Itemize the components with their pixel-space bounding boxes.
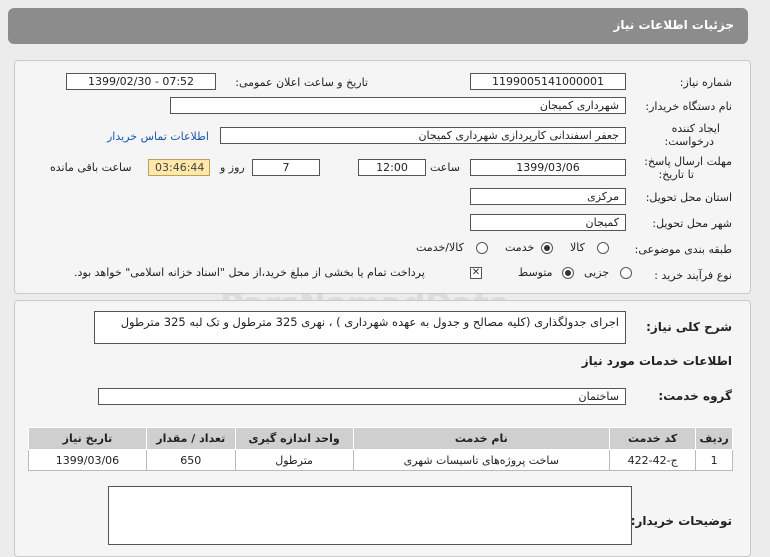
announce-datetime-label: تاریخ و ساعت اعلان عمومی:	[235, 76, 368, 89]
category-radio-goods-service[interactable]	[476, 242, 488, 254]
process-option-medium: متوسط	[518, 266, 553, 279]
page-header: جزئیات اطلاعات نیاز	[8, 8, 748, 44]
remaining-time-label: ساعت باقی مانده	[50, 161, 132, 174]
process-option-minor: جزیی	[584, 266, 610, 279]
col-header-row-number: ردیف	[695, 427, 733, 450]
category-radio-service[interactable]	[541, 242, 553, 254]
category-radio-goods[interactable]	[597, 242, 609, 254]
col-header-need-date: تاریخ نیاز	[28, 427, 147, 450]
table-row: 1 ج-42-422 ساخت پروژه‌های تاسیسات شهری م…	[28, 449, 733, 471]
announce-datetime-field: 1399/02/30 - 07:52	[66, 73, 216, 90]
service-group-label: گروه خدمت:	[658, 389, 732, 403]
col-header-quantity: تعداد / مقدار	[145, 427, 236, 450]
cell-row-number: 1	[695, 449, 733, 471]
services-table: ردیف کد خدمت نام خدمت واحد اندازه گیری ت…	[28, 427, 733, 471]
buyer-notes-field	[108, 486, 632, 545]
requester-label-line2: درخواست:	[664, 135, 714, 148]
remaining-days-field: 7	[252, 159, 320, 176]
summary-label: شرح کلی نیاز:	[646, 320, 732, 334]
province-field: مرکزی	[470, 188, 626, 205]
buyer-notes-label: توضیحات خریدار:	[630, 514, 732, 528]
cell-service-code: ج-42-422	[608, 449, 697, 471]
city-label: شهر محل تحویل:	[652, 217, 732, 230]
requester-field: جعفر اسفندانی کارپردازی شهرداری کمیجان	[220, 127, 626, 144]
treasury-payment-note: پرداخت تمام یا بخشی از مبلغ خرید،از محل …	[74, 266, 425, 279]
requester-label-line1: ایجاد کننده	[671, 122, 720, 135]
deadline-label-line1: مهلت ارسال پاسخ:	[644, 155, 732, 168]
services-section-title: اطلاعات خدمات مورد نیاز	[581, 354, 732, 368]
cell-unit: مترطول	[234, 449, 354, 471]
buyer-org-label: نام دستگاه خریدار:	[645, 100, 732, 113]
table-header-row: ردیف کد خدمت نام خدمت واحد اندازه گیری ت…	[28, 427, 733, 450]
need-number-field: 1199005141000001	[470, 73, 626, 90]
service-group-field: ساختمان	[98, 388, 626, 405]
category-option-goods: کالا	[570, 241, 585, 254]
need-info-panel	[14, 60, 751, 294]
summary-field: اجرای جدولگذاری (کلیه مصالح و جدول به عه…	[94, 311, 626, 344]
province-label: استان محل تحویل:	[645, 191, 732, 204]
deadline-time-label: ساعت	[430, 161, 460, 174]
cell-quantity: 650	[145, 449, 236, 471]
process-radio-minor[interactable]	[620, 267, 632, 279]
remaining-time-field: 03:46:44	[148, 159, 210, 176]
days-label: روز و	[220, 161, 245, 174]
col-header-service-code: کد خدمت	[608, 427, 697, 450]
buyer-org-field: شهرداری کمیجان	[170, 97, 626, 114]
deadline-label-line2: تا تاریخ:	[658, 168, 694, 181]
category-option-goods-service: کالا/خدمت	[416, 241, 464, 254]
process-type-label: نوع فرآیند خرید :	[654, 269, 732, 282]
process-radio-medium[interactable]	[562, 267, 574, 279]
cell-need-date: 1399/03/06	[28, 449, 147, 471]
need-number-label: شماره نیاز:	[679, 76, 732, 89]
treasury-payment-checkbox[interactable]: ✕	[470, 267, 482, 279]
cell-service-name: ساخت پروژه‌های تاسیسات شهری	[352, 449, 611, 471]
col-header-unit: واحد اندازه گیری	[234, 427, 354, 450]
category-label: طبقه بندی موضوعی:	[634, 243, 732, 256]
category-option-service: خدمت	[505, 241, 535, 254]
col-header-service-name: نام خدمت	[352, 427, 611, 450]
deadline-time-field: 12:00	[358, 159, 426, 176]
page-title: جزئیات اطلاعات نیاز	[613, 18, 734, 32]
buyer-contact-link[interactable]: اطلاعات تماس خریدار	[107, 130, 209, 143]
city-field: کمیجان	[470, 214, 626, 231]
deadline-date-field: 1399/03/06	[470, 159, 626, 176]
